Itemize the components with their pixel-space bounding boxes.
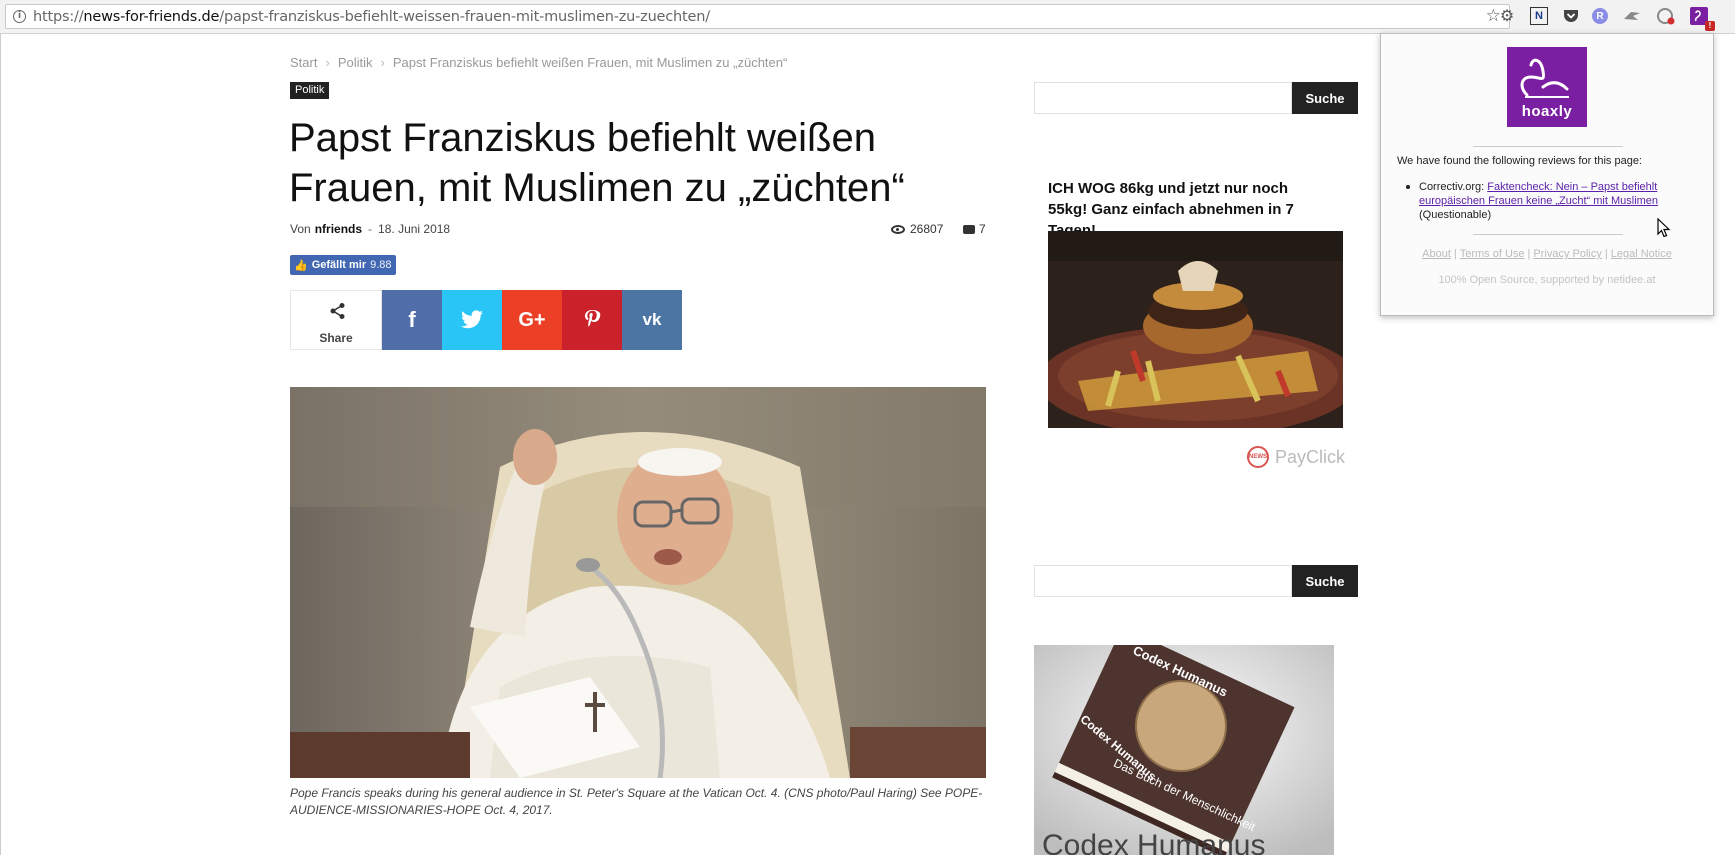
googleplus-icon: G+: [518, 308, 546, 331]
image-caption: Pope Francis speaks during his general a…: [290, 786, 983, 817]
meta-separator: -: [368, 222, 373, 236]
breadcrumb-start[interactable]: Start: [290, 55, 317, 70]
url-text[interactable]: https://news-for-friends.de/papst-franzi…: [33, 9, 710, 25]
breadcrumb: Start › Politik › Papst Franziskus befiehlt …: [290, 55, 787, 70]
address-bar[interactable]: i https://news-for-friends.de/papst-fran…: [5, 4, 1510, 29]
page-edge: [0, 34, 1, 855]
by-label: Von: [290, 222, 311, 236]
hoaxly-extension-icon[interactable]: !: [1690, 7, 1715, 31]
share-bar: Share f G+ vk: [290, 290, 682, 350]
twitter-icon: [461, 310, 483, 329]
pocket-icon[interactable]: [1561, 6, 1581, 26]
vk-icon: vk: [642, 310, 662, 329]
article-hero-image: [290, 387, 986, 778]
r-extension-icon[interactable]: R: [1592, 8, 1608, 24]
vk-share-button[interactable]: vk: [622, 290, 682, 350]
about-link[interactable]: About: [1422, 248, 1451, 260]
ad-image[interactable]: [1048, 231, 1343, 428]
facebook-icon: f: [408, 307, 416, 332]
chevron-right-icon: ›: [380, 55, 385, 70]
review-rating: (Questionable): [1419, 209, 1492, 221]
views-count: 26807: [910, 222, 944, 236]
search-button-2[interactable]: Suche: [1292, 565, 1358, 597]
comments-counter[interactable]: 7: [963, 222, 986, 236]
share-button[interactable]: Share: [290, 290, 382, 350]
share-icon: [329, 302, 347, 325]
chevron-right-icon: ›: [325, 55, 330, 70]
info-icon[interactable]: i: [13, 10, 26, 23]
article-date: 18. Juni 2018: [378, 222, 451, 236]
sidebar-search: Suche: [1034, 82, 1358, 114]
breadcrumb-politik[interactable]: Politik: [338, 55, 373, 70]
fb-like-label: Gefällt mir: [311, 259, 367, 271]
thumbs-up-icon: 👍: [294, 259, 308, 272]
news-globe-icon: NEWS: [1247, 446, 1269, 468]
eye-icon: [891, 224, 905, 234]
hoaxly-logo: hoaxly: [1507, 47, 1587, 127]
googleplus-share-button[interactable]: G+: [502, 290, 562, 350]
n-extension-icon[interactable]: N: [1530, 7, 1548, 25]
mouse-cursor-icon: [1657, 218, 1671, 238]
url-host: news-for-friends.de: [83, 9, 220, 25]
payclick-brand[interactable]: NEWS PayClick: [1247, 446, 1345, 468]
pinterest-icon: [585, 310, 601, 327]
hoaxly-popup: hoaxly We have found the following revie…: [1380, 33, 1714, 316]
url-scheme: https://: [33, 9, 84, 25]
pinterest-share-button[interactable]: [562, 290, 622, 350]
reviews-intro: We have found the following reviews for …: [1397, 155, 1642, 167]
comment-icon: [963, 224, 975, 234]
twitter-share-button[interactable]: [442, 290, 502, 350]
loch-ness-icon: [1520, 58, 1569, 98]
search-input[interactable]: [1034, 82, 1292, 114]
book-ad-image[interactable]: Codex Humanus Das Buch der Menschlichkei…: [1034, 645, 1334, 855]
author-link[interactable]: nfriends: [315, 222, 362, 236]
facebook-like-button[interactable]: 👍 Gefällt mir 9.88: [290, 255, 396, 275]
link-separator: |: [1527, 248, 1531, 260]
gear-icon[interactable]: ⚙: [1497, 6, 1517, 26]
search-input-2[interactable]: [1034, 565, 1292, 597]
browser-toolbar: i https://news-for-friends.de/papst-fran…: [0, 0, 1735, 34]
comments-count: 7: [979, 222, 986, 236]
link-separator: |: [1453, 248, 1457, 260]
views-counter: 26807: [891, 222, 943, 236]
facebook-share-button[interactable]: f: [382, 290, 442, 350]
popup-footer: 100% Open Source, supported by netidee.a…: [1438, 274, 1656, 286]
legal-link[interactable]: Legal Notice: [1611, 248, 1672, 260]
share-label: Share: [319, 331, 353, 345]
notification-badge: !: [1705, 21, 1715, 31]
popup-links: About | Terms of Use | Privacy Policy | Legal …: [1381, 248, 1713, 260]
fb-like-count: 9.88: [370, 259, 392, 271]
book-banner: Codex Humanus: [1042, 829, 1265, 855]
bird-extension-icon[interactable]: [1622, 6, 1642, 26]
payclick-label: PayClick: [1275, 446, 1346, 467]
review-item: Correctiv.org: Faktencheck: Nein – Papst…: [1406, 180, 1709, 222]
link-separator: |: [1604, 248, 1608, 260]
shield-extension-icon[interactable]: [1656, 6, 1676, 26]
article-title: Papst Franziskus befiehlt weißen Frauen,…: [289, 116, 905, 210]
divider: [1473, 146, 1623, 147]
category-badge[interactable]: Politik: [290, 82, 330, 99]
article-meta: Von nfriends -18. Juni 2018: [290, 222, 450, 236]
hoaxly-wordmark: hoaxly: [1521, 103, 1573, 120]
terms-link[interactable]: Terms of Use: [1460, 248, 1525, 260]
review-source: Correctiv.org:: [1419, 181, 1485, 193]
breadcrumb-current: Papst Franziskus befiehlt weißen Frauen,…: [392, 55, 788, 70]
search-button[interactable]: Suche: [1292, 82, 1358, 114]
sidebar-search-2: Suche: [1034, 565, 1358, 597]
privacy-link[interactable]: Privacy Policy: [1533, 248, 1601, 260]
url-path: /papst-franziskus-befiehlt-weissen-fraue…: [219, 9, 710, 25]
divider: [1473, 234, 1623, 235]
